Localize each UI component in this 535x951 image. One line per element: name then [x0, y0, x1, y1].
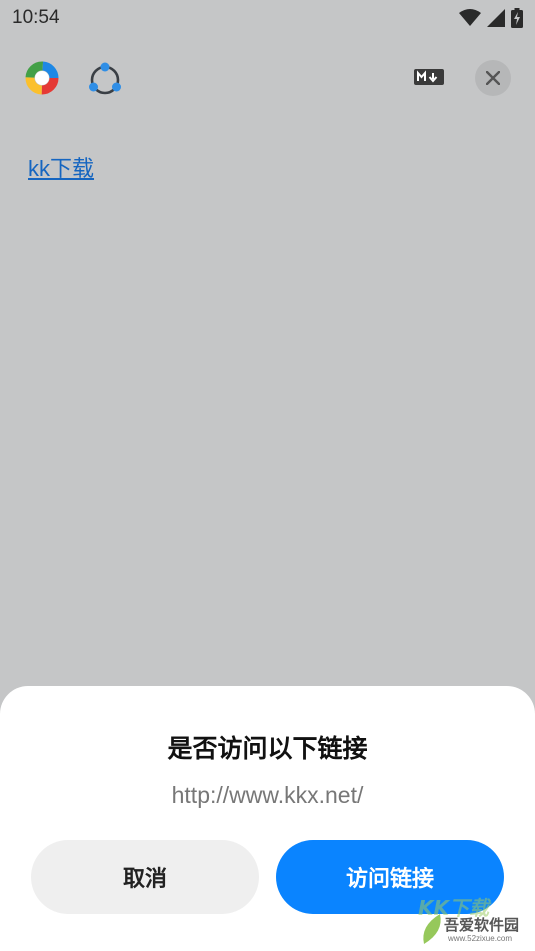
status-time: 10:54: [12, 7, 60, 28]
wifi-icon: [459, 9, 481, 26]
watermark: KK下载 吾爱软件园 www.52zixue.com: [418, 892, 535, 951]
dialog-title: 是否访问以下链接: [167, 734, 368, 763]
status-icons: [459, 8, 523, 28]
toolbar: [0, 56, 535, 100]
signal-icon: [487, 9, 505, 27]
dialog-url: http://www.kkx.net/: [171, 782, 364, 808]
share-nodes-icon[interactable]: [86, 60, 124, 98]
cancel-button[interactable]: 取消: [31, 840, 259, 914]
status-bar: 10:54: [0, 0, 535, 36]
markdown-icon[interactable]: [414, 68, 444, 86]
leaf-logo-icon: [423, 914, 441, 944]
close-button[interactable]: [475, 60, 511, 96]
close-icon: [486, 71, 500, 85]
watermark-main: 吾爱软件园: [444, 916, 520, 934]
color-wheel-logo-icon[interactable]: [24, 60, 60, 96]
battery-charging-icon: [511, 8, 523, 28]
content-link[interactable]: kk下载: [28, 151, 94, 183]
watermark-sub: www.52zixue.com: [448, 934, 513, 943]
